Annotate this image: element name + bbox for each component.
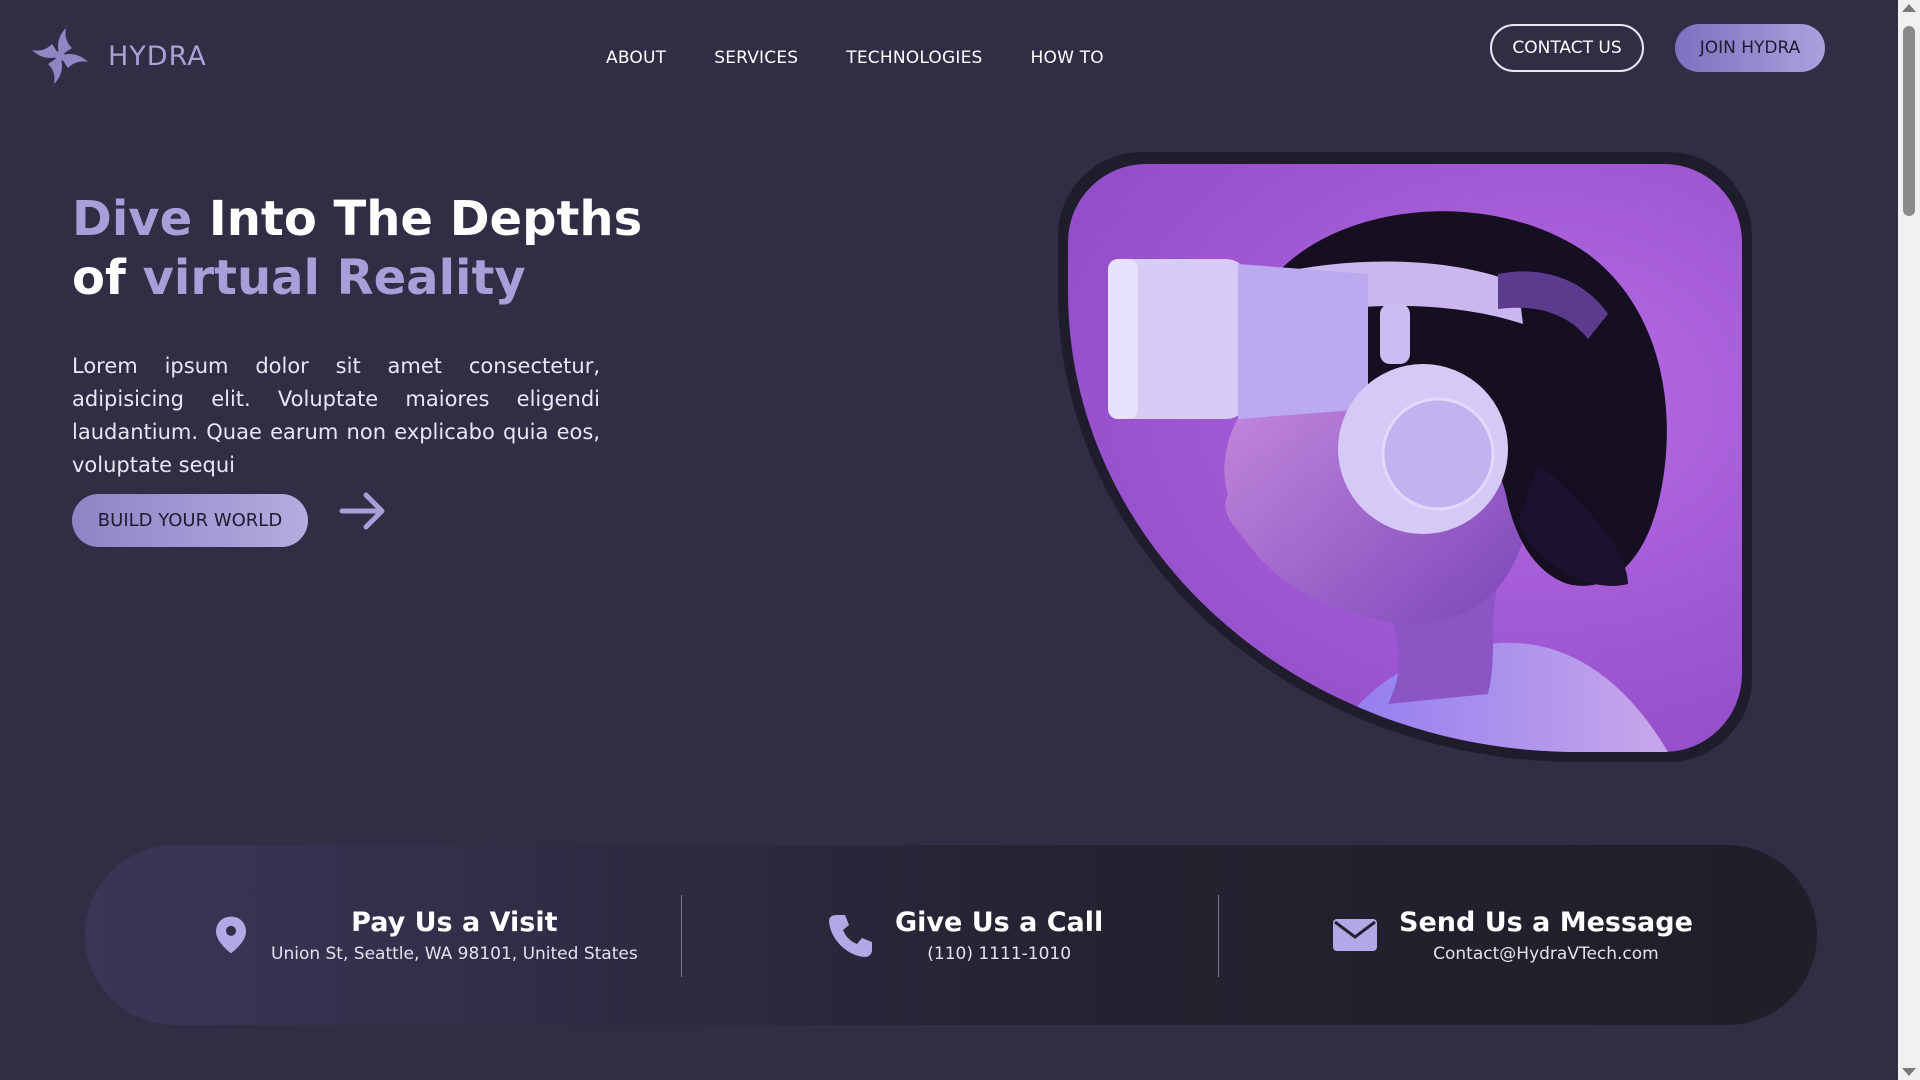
vertical-scrollbar[interactable] [1898,0,1920,1080]
contact-call-title: Give Us a Call [895,906,1104,938]
hero-title-virtual: virtual [142,250,320,306]
contact-us-button[interactable]: CONTACT US [1490,24,1644,72]
page: HYDRA ABOUT SERVICES TECHNOLOGIES HOW TO… [0,0,1898,1080]
hydra-logo-icon [32,28,88,84]
join-hydra-button[interactable]: JOIN HYDRA [1675,24,1825,72]
main-nav: ABOUT SERVICES TECHNOLOGIES HOW TO [606,48,1104,68]
brand-logo[interactable]: HYDRA [26,22,207,90]
contact-divider [681,895,682,977]
contact-message[interactable]: Send Us a Message Contact@HydraVTech.com [1331,845,1693,1025]
nav-item-services[interactable]: SERVICES [714,48,798,68]
hero-title-dive: Dive [72,191,193,247]
scroll-thumb[interactable] [1903,26,1915,216]
nav-item-technologies[interactable]: TECHNOLOGIES [846,48,982,68]
hero-title: Dive Into The Depths of virtual Reality [72,190,642,308]
hero-title-line1: Into The Depths [192,191,643,247]
hero-title-of: of [72,250,143,306]
vr-headset-person-image [1068,164,1742,752]
contact-divider [1218,895,1219,977]
contact-visit-address: Union St, Seattle, WA 98101, United Stat… [271,943,638,964]
nav-item-about[interactable]: ABOUT [606,48,666,68]
scroll-down-arrow-icon[interactable] [1902,1068,1916,1076]
location-pin-icon [216,916,246,954]
hero-description: Lorem ipsum dolor sit amet consectetur, … [72,354,600,477]
contact-visit[interactable]: Pay Us a Visit Union St, Seattle, WA 981… [211,845,638,1025]
contact-strip: Pay Us a Visit Union St, Seattle, WA 981… [85,845,1817,1025]
contact-call[interactable]: Give Us a Call (110) 1111-1010 [827,845,1103,1025]
envelope-icon [1333,919,1377,951]
contact-visit-title: Pay Us a Visit [351,906,558,938]
hero-title-reality: Reality [319,250,526,306]
contact-message-email[interactable]: Contact@HydraVTech.com [1399,944,1693,964]
phone-icon [829,915,872,957]
build-your-world-button[interactable]: BUILD YOUR WORLD [72,494,308,547]
contact-message-title: Send Us a Message [1399,906,1693,938]
contact-call-phone: (110) 1111-1010 [927,943,1072,964]
brand-name: HYDRA [108,40,207,72]
arrow-right-icon[interactable] [338,490,388,532]
scroll-up-arrow-icon[interactable] [1902,4,1916,12]
nav-item-how-to[interactable]: HOW TO [1031,48,1104,68]
